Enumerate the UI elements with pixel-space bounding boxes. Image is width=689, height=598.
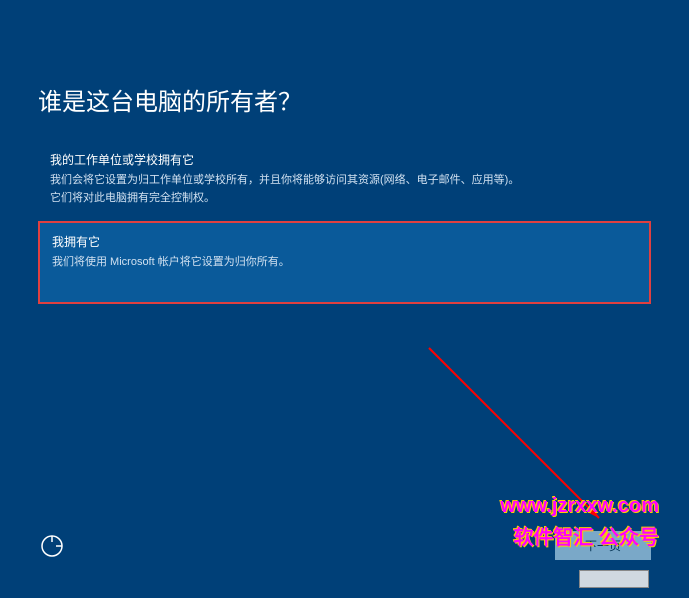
page-title: 谁是这台电脑的所有者？ xyxy=(38,82,651,117)
bottom-corner-box xyxy=(579,570,649,588)
option-personal-desc: 我们将使用 Microsoft 帐户将它设置为归你所有。 xyxy=(52,254,637,272)
watermark-text: 软件智汇 公众号 xyxy=(513,521,659,550)
option-work-desc2: 它们将对此电脑拥有完全控制权。 xyxy=(50,190,639,208)
accessibility-icon[interactable] xyxy=(38,532,66,560)
option-work-school[interactable]: 我的工作单位或学校拥有它 我们会将它设置为归工作单位或学校所有，并且你将能够访问… xyxy=(38,145,651,213)
setup-screen: 谁是这台电脑的所有者？ 我的工作单位或学校拥有它 我们会将它设置为归工作单位或学… xyxy=(0,82,689,304)
option-work-desc1: 我们会将它设置为归工作单位或学校所有，并且你将能够访问其资源(网络、电子邮件、应… xyxy=(50,172,639,190)
watermark-url: www.jzrxxw.com xyxy=(500,495,659,518)
option-personal-title: 我拥有它 xyxy=(52,233,637,250)
option-personal[interactable]: 我拥有它 我们将使用 Microsoft 帐户将它设置为归你所有。 xyxy=(38,221,651,304)
option-work-title: 我的工作单位或学校拥有它 xyxy=(50,151,639,168)
